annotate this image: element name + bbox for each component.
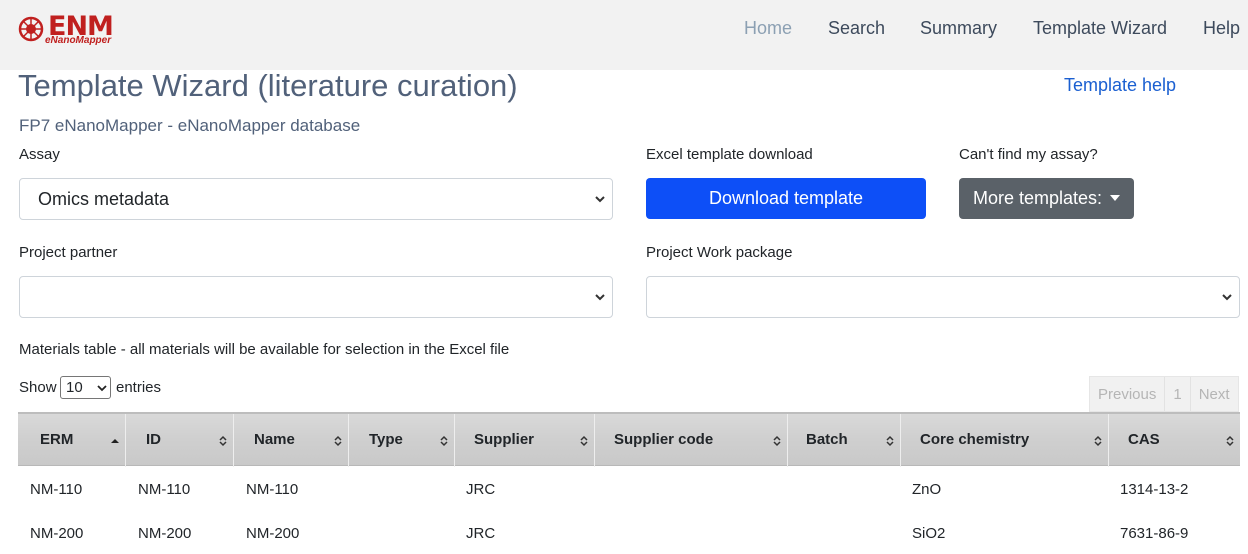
- column-header-type[interactable]: Type: [349, 414, 455, 467]
- nav-search[interactable]: Search: [828, 18, 885, 39]
- column-header-label: Supplier: [474, 431, 535, 448]
- sort-icon: [886, 435, 894, 447]
- pager-next[interactable]: Next: [1191, 377, 1238, 411]
- column-header-label: ERM: [40, 431, 74, 448]
- excel-download-label: Excel template download: [646, 146, 813, 163]
- chevron-down-icon: [595, 294, 605, 301]
- column-header-batch[interactable]: Batch: [788, 414, 901, 467]
- caret-down-icon: [1110, 195, 1121, 201]
- table-header: ERM ID Name Type Supplier Supplier code …: [18, 412, 1240, 467]
- column-header-label: Core chemistry: [920, 431, 1030, 448]
- cell-erm: NM-110: [30, 481, 83, 498]
- template-help-link[interactable]: Template help: [1064, 75, 1176, 96]
- nav-help[interactable]: Help: [1203, 18, 1240, 39]
- cell-supplier: JRC: [466, 525, 496, 542]
- sort-icon: [580, 435, 588, 447]
- project-partner-select[interactable]: [19, 276, 613, 318]
- materials-caption: Materials table - all materials will be …: [19, 341, 510, 358]
- column-header-label: Name: [254, 431, 295, 448]
- pager-previous[interactable]: Previous: [1090, 377, 1166, 411]
- sort-icon: [334, 435, 342, 447]
- pager-page-1[interactable]: 1: [1165, 377, 1191, 411]
- work-package-select[interactable]: [646, 276, 1240, 318]
- nanoparticle-logo-icon: [18, 16, 44, 42]
- entries-label: entries: [116, 379, 162, 396]
- cell-name: NM-200: [246, 525, 300, 542]
- sort-icon: [1226, 435, 1234, 447]
- column-header-label: Batch: [806, 431, 848, 448]
- column-header-cas[interactable]: CAS: [1109, 414, 1240, 467]
- column-header-label: Supplier code: [614, 431, 714, 448]
- enm-logo[interactable]: ENM eNanoMapper: [18, 11, 128, 48]
- assay-label: Assay: [19, 146, 60, 163]
- column-header-label: CAS: [1128, 431, 1160, 448]
- nav-template-wizard[interactable]: Template Wizard: [1033, 18, 1167, 39]
- assay-select-value: Omics metadata: [38, 189, 170, 209]
- chevron-down-icon: [1222, 294, 1232, 301]
- column-header-erm[interactable]: ERM: [18, 414, 126, 467]
- column-header-core-chemistry[interactable]: Core chemistry: [901, 414, 1109, 467]
- nav-summary[interactable]: Summary: [920, 18, 997, 39]
- column-header-supplier-code[interactable]: Supplier code: [595, 414, 788, 467]
- chevron-down-icon: [595, 196, 605, 203]
- more-templates-button[interactable]: More templates:: [959, 178, 1134, 219]
- chevron-down-icon: [97, 385, 107, 392]
- sort-icon: [219, 435, 227, 447]
- cell-id: NM-110: [138, 481, 191, 498]
- table-row[interactable]: NM-110 NM-110 NM-110 JRC ZnO 1314-13-2: [18, 466, 1240, 510]
- work-package-label: Project Work package: [646, 244, 793, 261]
- assay-select[interactable]: Omics metadata: [19, 178, 613, 220]
- entries-length-select[interactable]: 10: [60, 376, 111, 399]
- download-template-button[interactable]: Download template: [646, 178, 926, 219]
- page-title: Template Wizard (literature curation): [18, 68, 518, 103]
- table-row[interactable]: NM-200 NM-200 NM-200 JRC SiO2 7631-86-9: [18, 510, 1240, 554]
- nav-home[interactable]: Home: [744, 18, 792, 39]
- show-label: Show: [19, 379, 57, 396]
- cant-find-assay-label: Can't find my assay?: [959, 146, 1098, 163]
- cell-id: NM-200: [138, 525, 192, 542]
- pagination: Previous 1 Next: [1089, 376, 1239, 412]
- cell-cas: 7631-86-9: [1120, 525, 1189, 542]
- cell-core-chemistry: SiO2: [912, 525, 946, 542]
- logo-subtitle: eNanoMapper: [45, 35, 112, 46]
- column-header-name[interactable]: Name: [234, 414, 349, 467]
- cell-erm: NM-200: [30, 525, 84, 542]
- entries-length-value: 10: [66, 379, 83, 396]
- column-header-label: ID: [146, 431, 161, 448]
- top-navbar: ENM eNanoMapper Home Search Summary Temp…: [0, 0, 1248, 70]
- column-header-supplier[interactable]: Supplier: [455, 414, 595, 467]
- page-subtitle: FP7 eNanoMapper - eNanoMapper database: [19, 116, 361, 135]
- more-templates-label: More templates:: [973, 188, 1103, 208]
- cell-supplier: JRC: [466, 481, 496, 498]
- sort-icon: [773, 435, 781, 447]
- sort-icon: [440, 435, 448, 447]
- column-header-label: Type: [369, 431, 403, 448]
- cell-name: NM-110: [246, 481, 299, 498]
- column-header-id[interactable]: ID: [126, 414, 234, 467]
- cell-core-chemistry: ZnO: [912, 481, 942, 498]
- sort-ascending-icon: [111, 439, 119, 443]
- sort-icon: [1094, 435, 1102, 447]
- cell-cas: 1314-13-2: [1120, 481, 1189, 498]
- project-partner-label: Project partner: [19, 244, 118, 261]
